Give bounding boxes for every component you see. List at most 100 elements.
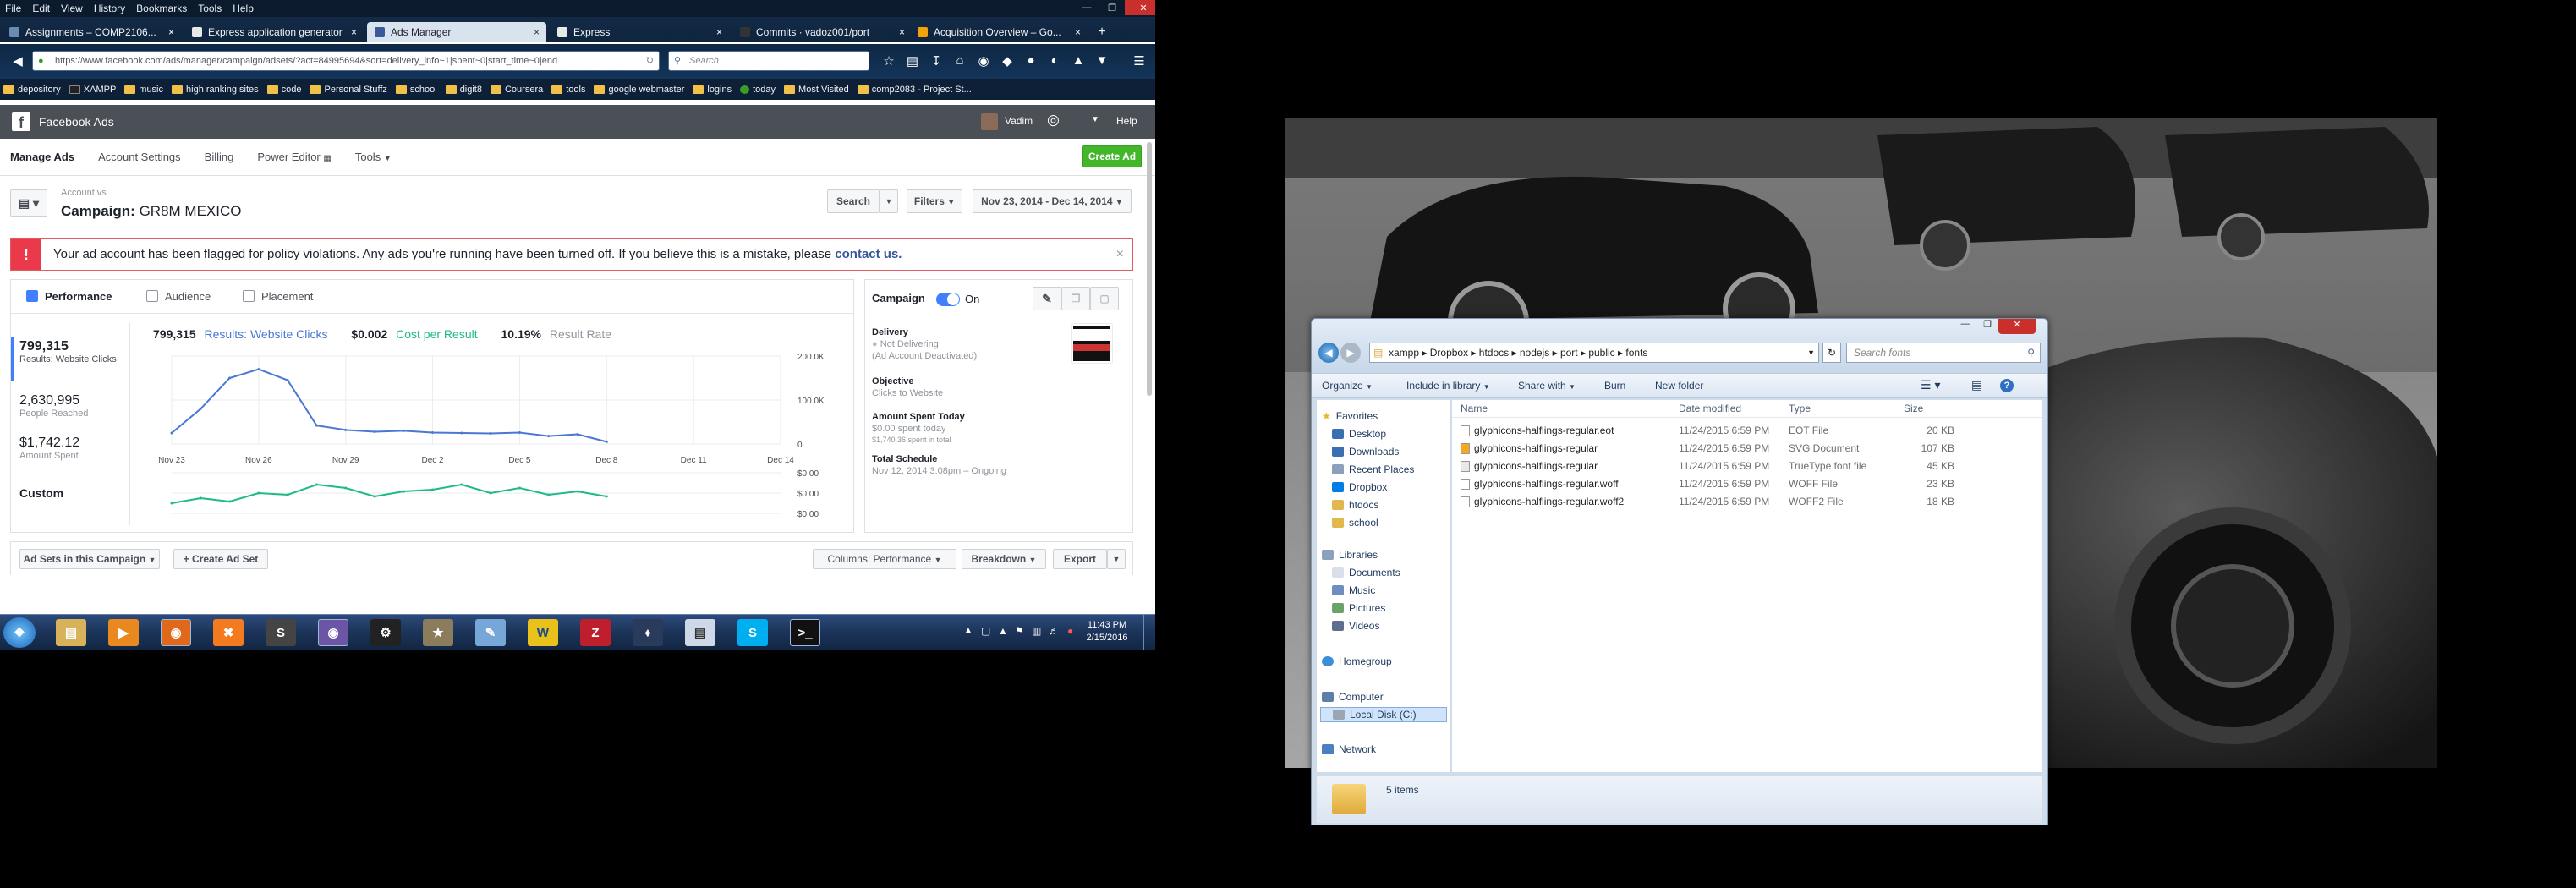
nav-libraries[interactable]: Libraries bbox=[1322, 549, 1378, 561]
date-range-picker[interactable]: Nov 23, 2014 - Dec 14, 2014 ▼ bbox=[973, 189, 1132, 213]
col-type[interactable]: Type bbox=[1789, 400, 1811, 418]
cmd-taskbar-icon[interactable]: >_ bbox=[790, 619, 820, 646]
extension-icon[interactable]: ▼ bbox=[1093, 53, 1111, 68]
nav-recent-places[interactable]: Recent Places bbox=[1332, 463, 1414, 475]
app-taskbar-icon[interactable]: ♦ bbox=[633, 619, 663, 646]
tab-close-icon[interactable]: × bbox=[1075, 22, 1081, 42]
tab-assignments[interactable]: Assignments – COMP2106... × bbox=[2, 22, 181, 42]
tray-icon[interactable]: ● bbox=[1067, 625, 1073, 637]
chevron-down-icon[interactable]: ▼ bbox=[1807, 343, 1815, 362]
bookmark-item[interactable]: logins bbox=[693, 85, 732, 95]
bookmark-item[interactable]: google webmaster bbox=[594, 85, 684, 95]
filters-button[interactable]: Filters ▼ bbox=[907, 189, 962, 213]
filezilla-taskbar-icon[interactable]: Z bbox=[580, 619, 611, 646]
metric-results[interactable]: 799,315 Results: Website Clicks bbox=[19, 339, 121, 365]
nav-tools[interactable]: Tools ▼ bbox=[355, 151, 392, 163]
media-player-taskbar-icon[interactable]: ▶ bbox=[108, 619, 139, 646]
back-icon[interactable]: ◀ bbox=[8, 53, 27, 69]
bookmark-item[interactable]: XAMPP bbox=[69, 85, 116, 95]
close-icon[interactable]: × bbox=[1116, 239, 1124, 270]
share-with-button[interactable]: Share with ▼ bbox=[1518, 380, 1576, 392]
refresh-icon[interactable]: ↻ bbox=[1822, 343, 1841, 363]
adsets-dropdown[interactable]: Ad Sets in this Campaign ▼ bbox=[19, 549, 160, 569]
reload-icon[interactable]: ↻ bbox=[646, 52, 654, 70]
steam-taskbar-icon[interactable]: ⚙ bbox=[370, 619, 401, 646]
close-icon[interactable]: ✕ bbox=[1125, 0, 1155, 15]
tab-ads-manager[interactable]: Ads Manager × bbox=[367, 22, 546, 42]
notepad-taskbar-icon[interactable]: ▤ bbox=[685, 619, 715, 646]
bookmark-item[interactable]: music bbox=[124, 85, 163, 95]
tab-audience[interactable]: Audience bbox=[146, 290, 211, 303]
app-taskbar-icon[interactable]: ★ bbox=[423, 619, 453, 646]
flag-icon[interactable]: ⚑ bbox=[1015, 625, 1024, 637]
volume-icon[interactable]: ♬ bbox=[1049, 625, 1059, 637]
tab-close-icon[interactable]: × bbox=[716, 22, 722, 42]
metric-spent[interactable]: $1,742.12 Amount Spent bbox=[19, 436, 121, 461]
nav-power-editor[interactable]: Power Editor ▦ bbox=[257, 151, 332, 163]
tab-close-icon[interactable]: × bbox=[899, 22, 905, 42]
app-taskbar-icon[interactable]: ◉ bbox=[318, 619, 348, 646]
campaign-menu-button[interactable]: ▤ ▾ bbox=[10, 189, 47, 217]
account-label[interactable]: Account vs bbox=[61, 188, 107, 198]
extension-icon[interactable]: ▲ bbox=[1069, 53, 1088, 68]
nav-desktop[interactable]: Desktop bbox=[1332, 428, 1386, 440]
duplicate-icon[interactable]: ❐ bbox=[1061, 287, 1090, 310]
search-button[interactable]: Search bbox=[827, 189, 880, 213]
nav-computer[interactable]: Computer bbox=[1322, 691, 1384, 703]
explorer-search-input[interactable]: Search fonts ⚲ bbox=[1846, 343, 2041, 363]
bookmark-item[interactable]: today bbox=[740, 85, 776, 95]
delete-icon[interactable]: ▢ bbox=[1090, 287, 1119, 310]
col-size[interactable]: Size bbox=[1904, 400, 1923, 418]
col-name[interactable]: Name bbox=[1461, 400, 1488, 418]
tray-icon[interactable]: ▲ bbox=[998, 625, 1008, 637]
close-icon[interactable]: ✕ bbox=[1998, 319, 2036, 334]
url-bar[interactable]: ● https://www.facebook.com/ads/manager/c… bbox=[32, 51, 660, 71]
file-row[interactable]: glyphicons-halflings-regular.eot 11/24/2… bbox=[1452, 422, 2042, 440]
home-icon[interactable]: ⌂ bbox=[951, 53, 969, 68]
nav-pictures[interactable]: Pictures bbox=[1332, 602, 1385, 614]
bookmark-item[interactable]: code bbox=[266, 85, 301, 95]
nav-manage-ads[interactable]: Manage Ads bbox=[10, 151, 74, 163]
help-icon[interactable]: ? bbox=[2000, 379, 2014, 392]
notes-taskbar-icon[interactable]: ✎ bbox=[475, 619, 506, 646]
show-desktop-button[interactable] bbox=[1143, 615, 1155, 650]
page-scrollbar[interactable] bbox=[1147, 142, 1152, 396]
nav-documents[interactable]: Documents bbox=[1332, 567, 1400, 578]
burn-button[interactable]: Burn bbox=[1604, 380, 1625, 392]
bookmark-item[interactable]: tools bbox=[551, 85, 585, 95]
campaign-toggle[interactable] bbox=[936, 293, 960, 306]
bookmark-item[interactable]: Most Visited bbox=[784, 85, 849, 95]
tab-analytics[interactable]: Acquisition Overview – Go... × bbox=[910, 22, 1088, 42]
bookmark-item[interactable]: Coursera bbox=[490, 85, 543, 95]
tray-icon[interactable]: ▢ bbox=[981, 625, 990, 637]
downloads-icon[interactable]: ↧ bbox=[927, 53, 945, 69]
file-row[interactable]: glyphicons-halflings-regular 11/24/2015 … bbox=[1452, 440, 2042, 458]
tray-expand-icon[interactable]: ▲ bbox=[964, 626, 973, 635]
tab-performance[interactable]: Performance bbox=[26, 290, 112, 303]
create-ad-button[interactable]: Create Ad bbox=[1082, 145, 1142, 167]
extension-icon[interactable]: ◉ bbox=[974, 53, 993, 69]
firefox-taskbar-icon[interactable]: ◉ bbox=[161, 619, 191, 646]
file-row[interactable]: glyphicons-halflings-regular 11/24/2015 … bbox=[1452, 458, 2042, 475]
nav-billing[interactable]: Billing bbox=[205, 151, 234, 163]
facebook-logo-icon[interactable]: f bbox=[12, 112, 30, 131]
nav-local-disk[interactable]: Local Disk (C:) bbox=[1320, 707, 1447, 722]
file-row[interactable]: glyphicons-halflings-regular.woff 11/24/… bbox=[1452, 475, 2042, 493]
tab-close-icon[interactable]: × bbox=[168, 22, 174, 42]
maximize-icon[interactable]: ❐ bbox=[1099, 0, 1125, 15]
col-date[interactable]: Date modified bbox=[1679, 400, 1741, 418]
explorer-taskbar-icon[interactable]: ▤ bbox=[56, 619, 86, 646]
organize-button[interactable]: Organize ▼ bbox=[1322, 380, 1373, 392]
metric-reach[interactable]: 2,630,995 People Reached bbox=[19, 393, 121, 419]
nav-network[interactable]: Network bbox=[1322, 743, 1376, 755]
breakdown-dropdown[interactable]: Breakdown ▼ bbox=[962, 549, 1046, 569]
start-button-icon[interactable]: ❖ bbox=[3, 617, 36, 648]
xampp-taskbar-icon[interactable]: ✖ bbox=[213, 619, 244, 646]
create-adset-button[interactable]: + Create Ad Set bbox=[173, 549, 268, 569]
include-library-button[interactable]: Include in library ▼ bbox=[1406, 380, 1490, 392]
nav-account-settings[interactable]: Account Settings bbox=[98, 151, 181, 163]
nav-homegroup[interactable]: Homegroup bbox=[1322, 655, 1392, 667]
tab-close-icon[interactable]: × bbox=[534, 22, 540, 42]
extension-icon[interactable]: ● bbox=[1022, 53, 1040, 68]
nav-favorites[interactable]: ★ Favorites bbox=[1322, 410, 1378, 422]
